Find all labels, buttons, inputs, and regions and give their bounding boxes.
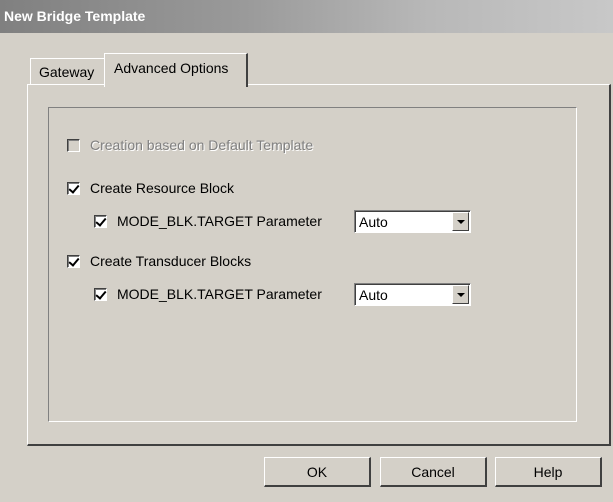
resource-mode-select[interactable]: Auto	[354, 210, 471, 233]
transducer-blocks-label[interactable]: Create Transducer Blocks	[90, 253, 251, 269]
help-button[interactable]: Help	[495, 457, 602, 487]
resource-mode-option[interactable]: MODE_BLK.TARGET Parameter	[94, 213, 322, 229]
ok-button[interactable]: OK	[264, 457, 371, 487]
resource-block-label[interactable]: Create Resource Block	[90, 180, 234, 196]
resource-block-checkbox[interactable]	[67, 181, 80, 195]
default-template-option: Creation based on Default Template	[67, 137, 313, 153]
resource-block-option[interactable]: Create Resource Block	[67, 180, 234, 196]
transducer-blocks-checkbox[interactable]	[67, 254, 80, 268]
default-template-checkbox	[67, 138, 80, 152]
resource-mode-value: Auto	[359, 214, 388, 230]
transducer-mode-label[interactable]: MODE_BLK.TARGET Parameter	[117, 286, 322, 302]
transducer-mode-select[interactable]: Auto	[354, 283, 471, 306]
resource-mode-checkbox[interactable]	[94, 214, 107, 228]
transducer-blocks-option[interactable]: Create Transducer Blocks	[67, 253, 251, 269]
transducer-mode-value: Auto	[359, 287, 388, 303]
cancel-button[interactable]: Cancel	[380, 457, 487, 487]
chevron-down-icon[interactable]	[452, 212, 469, 231]
transducer-mode-checkbox[interactable]	[94, 287, 107, 301]
transducer-mode-option[interactable]: MODE_BLK.TARGET Parameter	[94, 286, 322, 302]
default-template-label: Creation based on Default Template	[90, 137, 314, 153]
tab-gateway[interactable]: Gateway	[30, 58, 106, 84]
window-title: New Bridge Template	[4, 8, 146, 24]
chevron-down-icon[interactable]	[452, 285, 469, 304]
title-bar: New Bridge Template	[0, 0, 613, 33]
resource-mode-label[interactable]: MODE_BLK.TARGET Parameter	[117, 213, 322, 229]
tab-advanced-options[interactable]: Advanced Options	[104, 53, 248, 87]
